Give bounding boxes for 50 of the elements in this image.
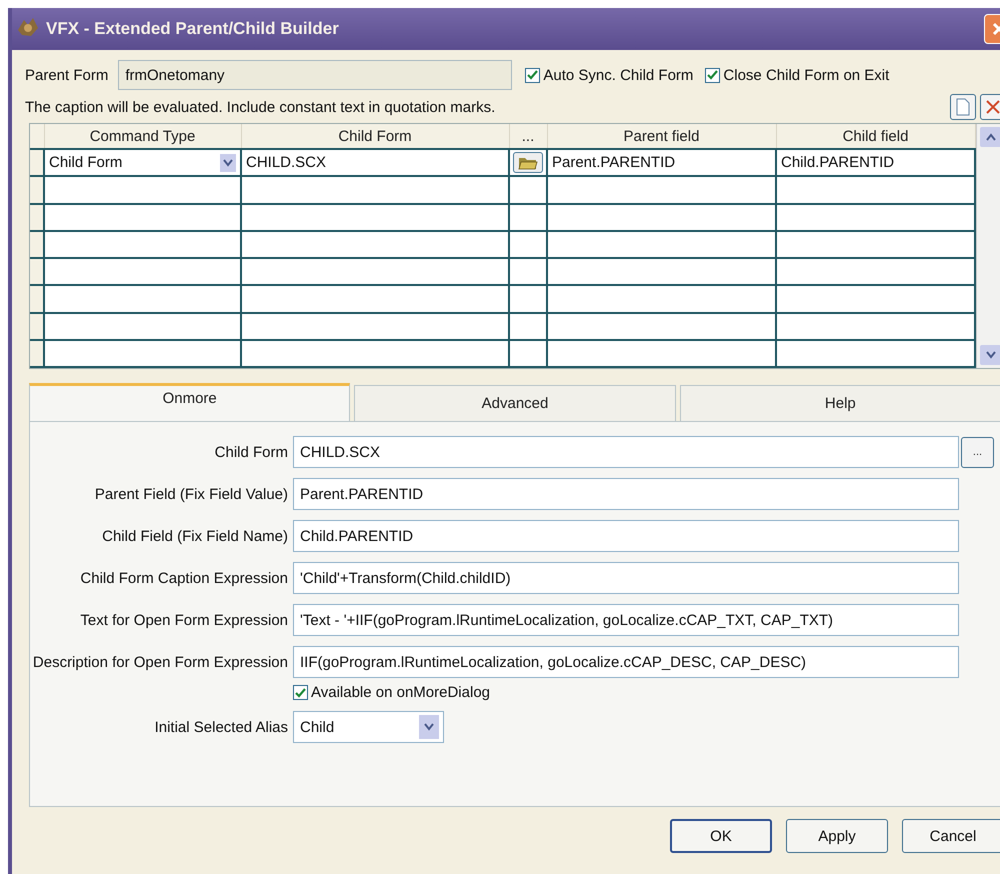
field-label: Description for Open Form Expression (32, 654, 288, 670)
tab[interactable]: Onmore (29, 383, 350, 421)
field-label: Initial Selected Alias (154, 718, 288, 736)
folder-icon (518, 156, 538, 170)
chevron-up-icon (986, 133, 996, 141)
tab[interactable]: Advanced (354, 385, 676, 421)
table-cell: CHILD.SCX (246, 154, 326, 172)
text-field[interactable]: 'Text - '+IIF(goProgram.lRuntimeLocalization, goLocalize.cCAP_TXT, CAP_TXT) (293, 604, 959, 636)
dropdown-button[interactable] (220, 154, 236, 172)
text-field[interactable]: 'Child'+Transform(Child.childID) (293, 562, 959, 594)
chevron-down-icon (986, 351, 996, 359)
hint-text: The caption will be evaluated. Include constant text in quotation marks. (25, 98, 496, 116)
text-field[interactable]: Child.PARENTID (293, 520, 959, 552)
field-label: Child Field (Fix Field Name) (101, 528, 288, 544)
checkbox[interactable] (525, 68, 540, 82)
field-label: Parent Form (25, 66, 108, 84)
column-header[interactable]: Command Type (44, 124, 241, 150)
scrollbar[interactable] (976, 124, 1000, 368)
delete-icon[interactable] (980, 94, 1000, 120)
text-field[interactable]: CHILD.SCX (293, 436, 959, 468)
tab[interactable]: Help (680, 385, 1000, 421)
checkbox-label: Available on onMoreDialog (311, 684, 490, 701)
combo-box[interactable]: Child (293, 711, 444, 743)
text-field[interactable]: Parent.PARENTID (293, 478, 959, 510)
dialog-button[interactable]: OK (670, 819, 772, 853)
checkbox-label: Auto Sync. Child Form (543, 66, 694, 84)
field-label: Parent Field (Fix Field Value) (94, 486, 288, 502)
table-cell: Child.PARENTID (781, 154, 894, 172)
field-label: Child Form (214, 444, 288, 460)
folder-button[interactable] (513, 152, 543, 174)
field-label: Child Form Caption Expression (79, 570, 288, 586)
checkbox-label: Close Child Form on Exit (723, 66, 890, 84)
dialog-button[interactable]: Cancel (902, 819, 1000, 853)
checkbox[interactable] (705, 68, 720, 82)
column-header[interactable]: Child field (776, 124, 975, 150)
text-field[interactable]: frmOnetomany (118, 60, 512, 90)
checkbox[interactable] (293, 685, 308, 700)
new-icon[interactable] (950, 94, 976, 120)
dialog-button[interactable]: Apply (786, 819, 888, 853)
table-cell: Child Form (49, 154, 122, 172)
table-cell: Parent.PARENTID (552, 154, 676, 172)
browse-button[interactable]: ... (961, 436, 994, 468)
column-header[interactable]: Parent field (547, 124, 776, 150)
window-title: VFX - Extended Parent/Child Builder (46, 19, 339, 39)
chevron-down-icon (223, 158, 233, 167)
text-field[interactable]: IIF(goProgram.lRuntimeLocalization, goLocalize.cCAP_DESC, CAP_DESC) (293, 646, 959, 678)
column-header[interactable]: Child Form (241, 124, 509, 150)
chevron-down-icon (424, 723, 434, 731)
field-label: Text for Open Form Expression (79, 612, 288, 628)
column-header[interactable]: ... (509, 124, 547, 150)
